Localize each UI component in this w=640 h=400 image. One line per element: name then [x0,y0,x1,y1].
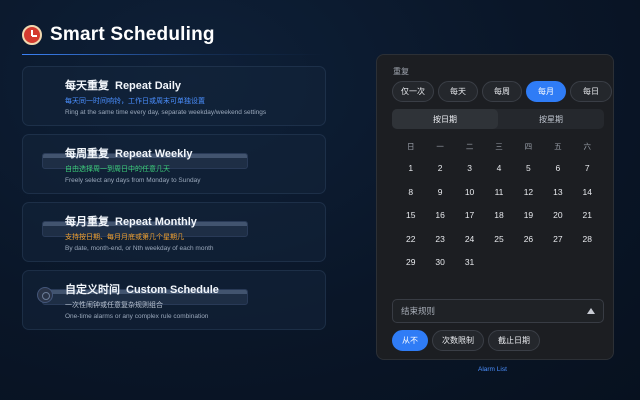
calendar-day [484,255,513,279]
calendar-day[interactable]: 3 [455,161,484,185]
calendar-week-row: 15 16 17 18 19 20 21 [396,208,602,232]
calendar-week-row: 1 2 3 4 5 6 7 [396,161,602,185]
page-header: Smart Scheduling [22,24,215,46]
calendar-day [573,255,602,279]
calendar-day[interactable]: 19 [514,208,543,232]
calendar-day[interactable]: 20 [543,208,572,232]
freq-daily-alt-button[interactable]: 每日 [570,81,612,102]
end-count-limit-button[interactable]: 次数限制 [432,330,484,351]
weekday-header: 日 一 二 三 四 五 六 [396,141,602,155]
end-never-button[interactable]: 从不 [392,330,428,351]
calendar-day[interactable]: 27 [543,232,572,256]
calendar-day[interactable]: 15 [396,208,425,232]
alarm-clock-icon [22,25,42,45]
calendar-day [543,255,572,279]
calendar-day[interactable]: 10 [455,185,484,209]
card-title: 每月重复 Repeat Monthly [65,216,197,228]
calendar-week-row: 8 9 10 11 12 13 14 [396,185,602,209]
caret-up-icon [587,308,595,314]
calendar-day[interactable]: 26 [514,232,543,256]
calendar-day[interactable]: 31 [455,255,484,279]
end-deadline-button[interactable]: 截止日期 [488,330,540,351]
calendar-day[interactable]: 16 [425,208,454,232]
calendar-day[interactable]: 11 [484,185,513,209]
frequency-selector: 仅一次 每天 每周 每月 每日 [392,81,612,102]
weekday-label: 六 [583,142,592,151]
card-description: One-time alarms or any complex rule comb… [65,313,209,320]
calendar-week-row: 29 30 31 [396,255,602,279]
calendar-day[interactable]: 5 [514,161,543,185]
end-rule-dropdown[interactable]: 结束规则 [392,299,604,323]
calendar-day[interactable]: 7 [573,161,602,185]
calendar-day[interactable]: 23 [425,232,454,256]
title-underline [22,54,326,55]
calendar-day[interactable]: 29 [396,255,425,279]
card-description: By date, month-end, or Nth weekday of ea… [65,245,214,252]
card-subtitle: 支持按日期、每月月底或第几个星期几 [65,234,184,241]
calendar-day[interactable]: 22 [396,232,425,256]
calendar-day[interactable]: 4 [484,161,513,185]
feature-cards: 每天重复 Repeat Daily 每天同一时间响铃，工作日或周末可单独设置 Ri… [22,64,326,338]
calendar-day[interactable]: 2 [425,161,454,185]
month-day-calendar: 日 一 二 三 四 五 六 1 2 3 4 5 6 7 8 9 10 11 12… [396,141,602,279]
page-title: Smart Scheduling [50,24,215,45]
calendar-day[interactable]: 13 [543,185,572,209]
weekday-label: 四 [524,142,533,151]
calendar-day[interactable]: 9 [425,185,454,209]
calendar-day[interactable]: 21 [573,208,602,232]
calendar-week-row: 22 23 24 25 26 27 28 [396,232,602,256]
calendar-day[interactable]: 1 [396,161,425,185]
weekday-label: 二 [465,142,474,151]
card-description: Freely select any days from Monday to Su… [65,177,201,184]
card-title: 每天重复 Repeat Daily [65,80,182,92]
repeat-settings-panel: 重复 仅一次 每天 每周 每月 每日 按日期 按星期 日 一 二 三 四 五 六… [376,54,614,360]
card-subtitle: 自由选择周一到周日中的任意几天 [65,166,170,173]
freq-weekly-button[interactable]: 每周 [482,81,522,102]
end-rule-label: 结束规则 [401,306,436,316]
calendar-day[interactable]: 18 [484,208,513,232]
weekday-label: 五 [554,142,562,151]
card-repeat-monthly[interactable]: 每月重复 Repeat Monthly 支持按日期、每月月底或第几个星期几 By … [22,202,326,305]
card-title: 每周重复 Repeat Weekly [65,148,193,160]
weekday-label: 日 [406,142,415,151]
card-title: 自定义时间 Custom Schedule [65,284,219,296]
calendar-day[interactable]: 12 [514,185,543,209]
gear-icon [37,287,53,303]
mode-by-date-tab[interactable]: 按日期 [392,109,498,129]
calendar-day[interactable]: 17 [455,208,484,232]
calendar-day [514,255,543,279]
repeat-label: 重复 [393,67,409,76]
card-repeat-daily[interactable]: 每天重复 Repeat Daily 每天同一时间响铃，工作日或周末可单独设置 Ri… [22,66,326,169]
card-custom-schedule[interactable]: 自定义时间 Custom Schedule 一次性闹钟或任意复杂规则组合 One-… [22,270,326,330]
mode-toggle: 按日期 按星期 [392,109,604,129]
calendar-day[interactable]: 6 [543,161,572,185]
weekday-label: 三 [495,142,503,151]
freq-once-button[interactable]: 仅一次 [392,81,434,102]
alarm-list-link[interactable]: Alarm List [478,366,507,373]
card-description: Ring at the same time every day, separat… [65,109,267,116]
calendar-day[interactable]: 30 [425,255,454,279]
calendar-day[interactable]: 8 [396,185,425,209]
card-repeat-weekly[interactable]: 每周重复 Repeat Weekly 自由选择周一到周日中的任意几天 Freely… [22,134,326,237]
calendar-day[interactable]: 28 [573,232,602,256]
freq-monthly-button[interactable]: 每月 [526,81,566,102]
card-subtitle: 一次性闹钟或任意复杂规则组合 [65,302,163,309]
calendar-day[interactable]: 25 [484,232,513,256]
card-subtitle: 每天同一时间响铃，工作日或周末可单独设置 [65,98,205,105]
weekday-label: 一 [436,142,444,151]
calendar-day[interactable]: 14 [573,185,602,209]
end-rule-options: 从不 次数限制 截止日期 [392,330,540,351]
freq-daily-button[interactable]: 每天 [438,81,478,102]
mode-by-weekday-tab[interactable]: 按星期 [498,109,604,129]
calendar-day[interactable]: 24 [455,232,484,256]
